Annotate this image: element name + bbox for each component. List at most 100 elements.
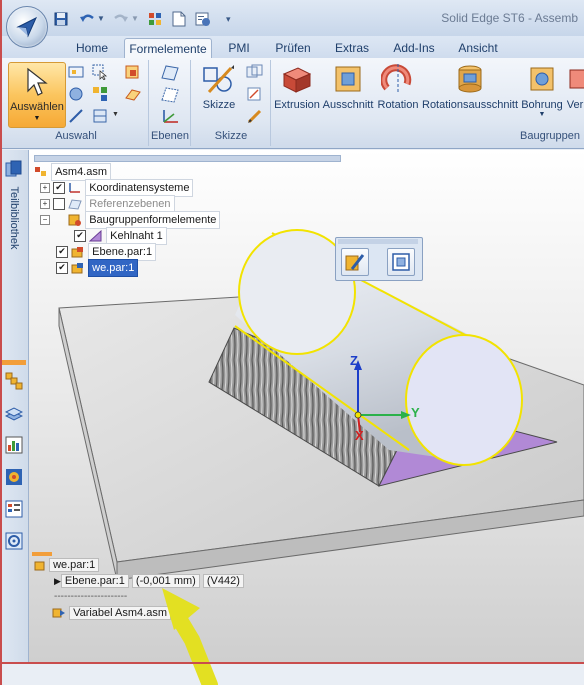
tab-home[interactable]: Home: [72, 38, 112, 58]
edit-definition-icon: [345, 254, 365, 271]
x-axis-label: X: [355, 428, 364, 443]
coordinate-system-icon[interactable]: [160, 108, 180, 129]
library-tab[interactable]: Teilbibliothek: [4, 180, 24, 260]
mini-toolbar-grip[interactable]: [338, 239, 418, 244]
visibility-checkbox[interactable]: ✔: [53, 182, 66, 195]
window-title: Solid Edge ST6 - Assemb: [441, 11, 578, 25]
info-marker: [32, 552, 52, 556]
group-skizze-label: Skizze: [214, 130, 248, 142]
visibility-checkbox[interactable]: ✔: [56, 262, 68, 275]
tree-item-koordinatensysteme[interactable]: + ✔ Koordinatensysteme: [40, 179, 194, 197]
project-icon[interactable]: [246, 64, 264, 83]
tab-formelemente[interactable]: Formelemente: [124, 38, 212, 59]
rotation-cutout-button[interactable]: Rotationsausschnitt: [422, 62, 518, 111]
tab-ansicht[interactable]: Ansicht: [454, 38, 502, 58]
hole-icon: [530, 67, 554, 91]
solid-edge-logo-icon: [16, 16, 38, 38]
edit-definition-button[interactable]: [341, 248, 369, 276]
undo-icon[interactable]: [78, 10, 96, 28]
pencil-icon[interactable]: [246, 108, 264, 127]
tree-item-kehlnaht[interactable]: ✔ Kehlnaht 1: [74, 227, 167, 245]
parallel-plane-icon[interactable]: [160, 86, 180, 107]
group-ebenen-label: Ebenen: [151, 130, 189, 142]
coordinate-system-icon: [69, 183, 81, 193]
select-tools-icon[interactable]: [92, 108, 108, 127]
sketch-button-label: Skizze: [202, 99, 236, 111]
cutout-icon: [335, 66, 361, 92]
sensor-icon[interactable]: [5, 436, 23, 457]
save-icon[interactable]: [52, 10, 70, 28]
side-tab-marker: [2, 360, 26, 365]
tab-pruefen[interactable]: Prüfen: [272, 38, 314, 58]
relation-target: Ebene.par:1: [60, 574, 129, 588]
select-dropdown-icon: ▼: [33, 115, 41, 122]
cutout-button-label: Ausschnitt: [322, 99, 374, 111]
relation-part[interactable]: we.par:1: [34, 558, 100, 572]
visibility-checkbox[interactable]: ✔: [74, 230, 86, 243]
tree-item-referenzebenen[interactable]: + Referenzebenen: [40, 195, 175, 213]
relation-arrow-icon: ▶: [54, 576, 61, 586]
annotation-arrow-icon: [162, 588, 218, 685]
extrusion-button-label: Extrusion: [274, 99, 320, 111]
tree-item-label: we.par:1: [88, 259, 139, 277]
application-menu-button[interactable]: [6, 6, 48, 48]
tab-pmi[interactable]: PMI: [222, 38, 256, 58]
extrusion-button[interactable]: Extrusion: [274, 62, 320, 111]
visibility-checkbox[interactable]: [53, 198, 66, 211]
select-box-icon[interactable]: [92, 64, 108, 83]
undo-dropdown-icon[interactable]: ▼: [97, 14, 105, 23]
redo-icon[interactable]: [112, 10, 130, 28]
window-border-left: [0, 0, 2, 685]
select-part-icon[interactable]: [124, 64, 142, 83]
customize-icon[interactable]: ▾: [226, 14, 231, 25]
assembly-doc-icon: [35, 167, 46, 177]
library-tab-label: Teilbibliothek: [8, 186, 20, 250]
select-button[interactable]: Auswählen ▼: [8, 62, 66, 128]
layers-icon[interactable]: [4, 404, 24, 425]
dynamic-edit-icon: [392, 253, 410, 271]
more-features-button[interactable]: Ver: [566, 62, 584, 111]
part-icon: [71, 263, 84, 274]
tab-extras[interactable]: Extras: [330, 38, 374, 58]
assembly-tree-icon[interactable]: [5, 372, 23, 393]
group-baugruppen-label: Baugruppen: [520, 130, 580, 142]
select-face-icon[interactable]: [124, 86, 142, 105]
hole-button[interactable]: Bohrung ▼: [520, 62, 564, 118]
redo-dropdown-icon[interactable]: ▼: [131, 14, 139, 23]
tree-item-baugruppenformelemente[interactable]: − Baugruppenformelemente: [40, 211, 221, 229]
new-document-icon[interactable]: [170, 10, 188, 28]
simulation-icon[interactable]: [5, 468, 23, 489]
select-tools-dropdown-icon[interactable]: ▼: [112, 111, 119, 118]
select-group-icon[interactable]: [92, 86, 108, 105]
configurations-icon[interactable]: [5, 500, 23, 521]
expand-icon[interactable]: +: [40, 183, 50, 194]
relation-part-label: we.par:1: [49, 558, 100, 572]
plane-icon[interactable]: [160, 64, 180, 85]
assembly-icon[interactable]: [146, 10, 164, 28]
select-filter-icon[interactable]: [68, 64, 84, 83]
assembly-features-icon: [68, 214, 82, 227]
tree-item-ebene-par[interactable]: ✔ Ebene.par:1: [56, 243, 157, 261]
collapse-icon[interactable]: −: [40, 215, 50, 226]
visibility-checkbox[interactable]: ✔: [56, 246, 68, 259]
relation-separator: ----------------------: [54, 591, 128, 602]
dynamic-edit-button[interactable]: [387, 248, 415, 276]
rotation-icon: [380, 64, 412, 94]
fillet-weld-icon: [88, 229, 102, 242]
select-edge-icon[interactable]: [68, 108, 84, 127]
tree-item-we-par[interactable]: ✔ we.par:1: [56, 259, 139, 277]
tab-add-ins[interactable]: Add-Ins: [390, 38, 438, 58]
expand-icon[interactable]: +: [40, 199, 50, 210]
group-auswahl-label: Auswahl: [55, 130, 97, 142]
y-axis-label: Y: [411, 405, 420, 420]
select-component-icon[interactable]: [68, 86, 84, 105]
tree-root[interactable]: Asm4.asm: [34, 163, 112, 181]
cutout-button[interactable]: Ausschnitt: [322, 62, 374, 111]
properties-icon[interactable]: [194, 10, 212, 28]
sketch-button[interactable]: Skizze: [198, 62, 240, 111]
settings-icon[interactable]: [5, 532, 23, 553]
sketch-view-icon[interactable]: [246, 86, 264, 105]
library-icon[interactable]: [5, 160, 23, 181]
pathfinder-resize-handle[interactable]: [34, 155, 341, 162]
rotation-button[interactable]: Rotation: [376, 62, 420, 111]
